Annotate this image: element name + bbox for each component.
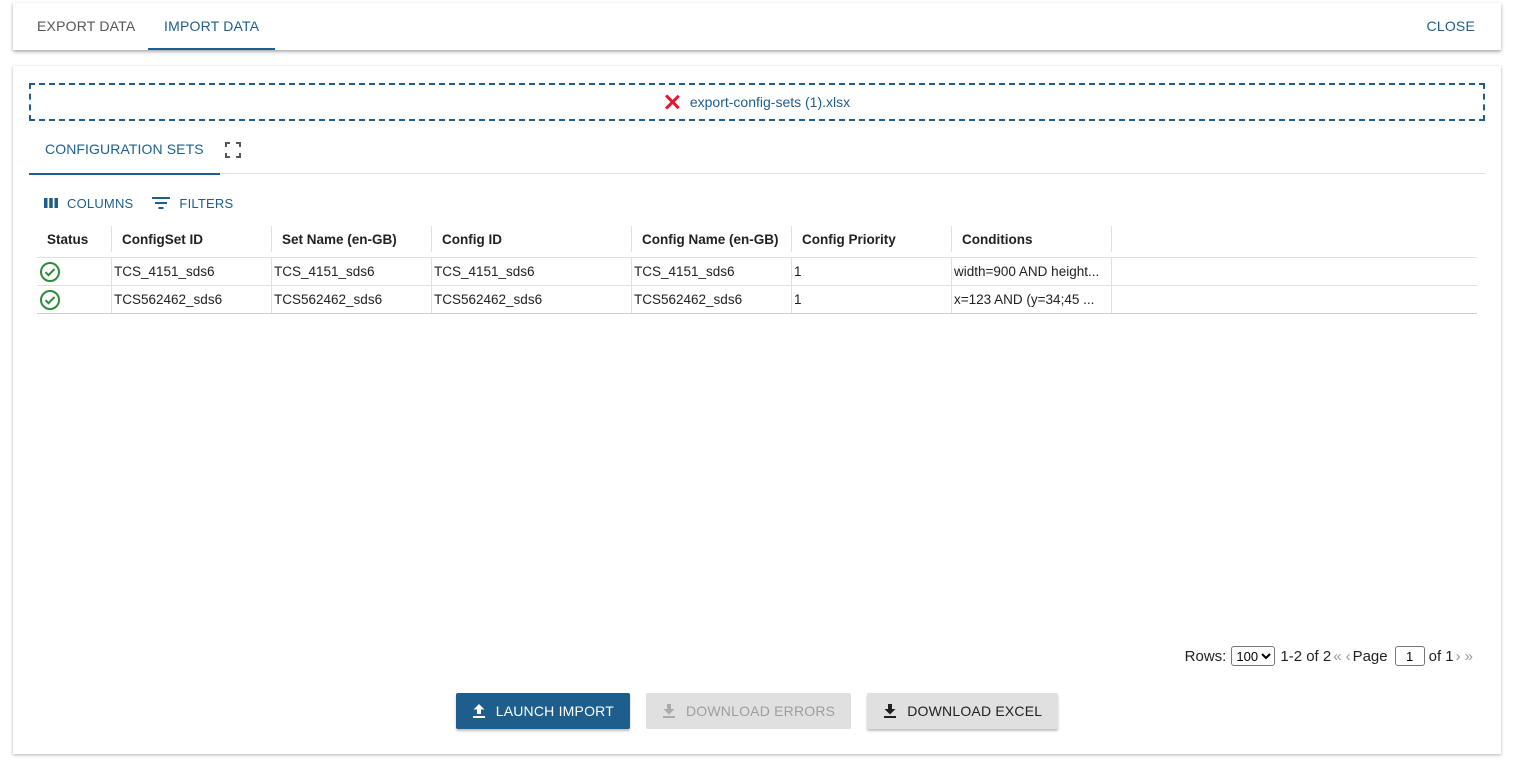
prev-page-icon[interactable]: ‹ <box>1346 648 1351 665</box>
cell-configset-id: TCS_4151_sds6 <box>112 258 272 285</box>
launch-import-label: LAUNCH IMPORT <box>495 703 614 719</box>
cell-filler <box>1112 286 1477 313</box>
tab-configuration-sets[interactable]: CONFIGURATION SETS <box>29 130 220 175</box>
cell-config-name: TCS562462_sds6 <box>632 286 792 313</box>
grid-toolbar: COLUMNS FILTERS <box>43 191 251 215</box>
data-grid: Status ConfigSet ID Set Name (en-GB) Con… <box>37 221 1477 314</box>
tab-export-data[interactable]: EXPORT DATA <box>21 3 151 50</box>
cell-config-id: TCS562462_sds6 <box>432 286 632 313</box>
top-tab-bar: EXPORT DATA IMPORT DATA CLOSE <box>13 3 1501 50</box>
sheet-tabs: CONFIGURATION SETS <box>29 130 1485 175</box>
table-row[interactable]: TCS_4151_sds6 TCS_4151_sds6 TCS_4151_sds… <box>37 258 1477 286</box>
filters-label: FILTERS <box>179 195 234 211</box>
column-header-config-priority[interactable]: Config Priority <box>792 221 952 257</box>
cell-filler <box>1112 258 1477 285</box>
cell-config-priority: 1 <box>792 258 952 285</box>
download-excel-label: DOWNLOAD EXCEL <box>907 703 1043 719</box>
filter-icon <box>152 197 171 209</box>
file-dropzone[interactable]: export-config-sets (1).xlsx <box>29 83 1485 121</box>
columns-button[interactable]: COLUMNS <box>43 196 133 211</box>
download-errors-label: DOWNLOAD ERRORS <box>685 703 836 719</box>
cell-conditions: x=123 AND (y=34;45 ... <box>952 286 1112 313</box>
column-header-config-id[interactable]: Config ID <box>432 221 632 257</box>
cell-config-priority: 1 <box>792 286 952 313</box>
page-count-label: of 1 <box>1428 647 1454 665</box>
close-button[interactable]: CLOSE <box>1427 3 1475 50</box>
cell-config-id: TCS_4151_sds6 <box>432 258 632 285</box>
launch-import-button[interactable]: LAUNCH IMPORT <box>455 693 630 729</box>
column-header-configset-id[interactable]: ConfigSet ID <box>112 221 272 257</box>
tab-import-data[interactable]: IMPORT DATA <box>148 3 276 50</box>
pagination: Rows: 100 1-2 of 2 « ‹ Page of 1 › » <box>1185 645 1475 667</box>
download-icon <box>662 704 675 718</box>
columns-label: COLUMNS <box>67 195 134 211</box>
columns-icon <box>44 198 58 208</box>
cell-configset-id: TCS562462_sds6 <box>112 286 272 313</box>
cell-set-name: TCS_4151_sds6 <box>272 258 432 285</box>
check-circle-icon <box>40 289 60 310</box>
range-label: 1-2 of 2 <box>1280 647 1332 665</box>
table-row[interactable]: TCS562462_sds6 TCS562462_sds6 TCS562462_… <box>37 286 1477 314</box>
download-excel-button[interactable]: DOWNLOAD EXCEL <box>867 693 1059 729</box>
next-page-icon[interactable]: › <box>1456 648 1461 665</box>
upload-icon <box>472 704 485 718</box>
download-icon <box>884 704 897 718</box>
column-header-conditions[interactable]: Conditions <box>952 221 1112 257</box>
cell-config-name: TCS_4151_sds6 <box>632 258 792 285</box>
grid-header: Status ConfigSet ID Set Name (en-GB) Con… <box>37 221 1477 258</box>
page-label: Page <box>1352 647 1388 665</box>
column-header-config-name[interactable]: Config Name (en-GB) <box>632 221 792 257</box>
fullscreen-icon[interactable] <box>225 142 241 158</box>
page-number-input[interactable] <box>1394 646 1425 666</box>
cell-conditions: width=900 AND height... <box>952 258 1112 285</box>
check-circle-icon <box>40 261 60 282</box>
column-header-set-name[interactable]: Set Name (en-GB) <box>272 221 432 257</box>
rows-label: Rows: <box>1184 647 1227 665</box>
last-page-icon[interactable]: » <box>1465 648 1473 665</box>
column-header-status[interactable]: Status <box>37 221 112 257</box>
first-page-icon[interactable]: « <box>1333 648 1341 665</box>
cell-set-name: TCS562462_sds6 <box>272 286 432 313</box>
download-errors-button[interactable]: DOWNLOAD ERRORS <box>645 693 852 729</box>
uploaded-filename: export-config-sets (1).xlsx <box>689 94 851 110</box>
remove-file-icon[interactable] <box>664 94 680 110</box>
filters-button[interactable]: FILTERS <box>151 196 233 211</box>
rows-per-page-select[interactable]: 100 <box>1231 646 1276 666</box>
action-bar: LAUNCH IMPORT DOWNLOAD ERRORS DOWNLOAD E… <box>13 693 1501 729</box>
import-panel: export-config-sets (1).xlsx CONFIGURATIO… <box>13 66 1501 754</box>
status-cell <box>37 258 112 285</box>
status-cell <box>37 286 112 313</box>
